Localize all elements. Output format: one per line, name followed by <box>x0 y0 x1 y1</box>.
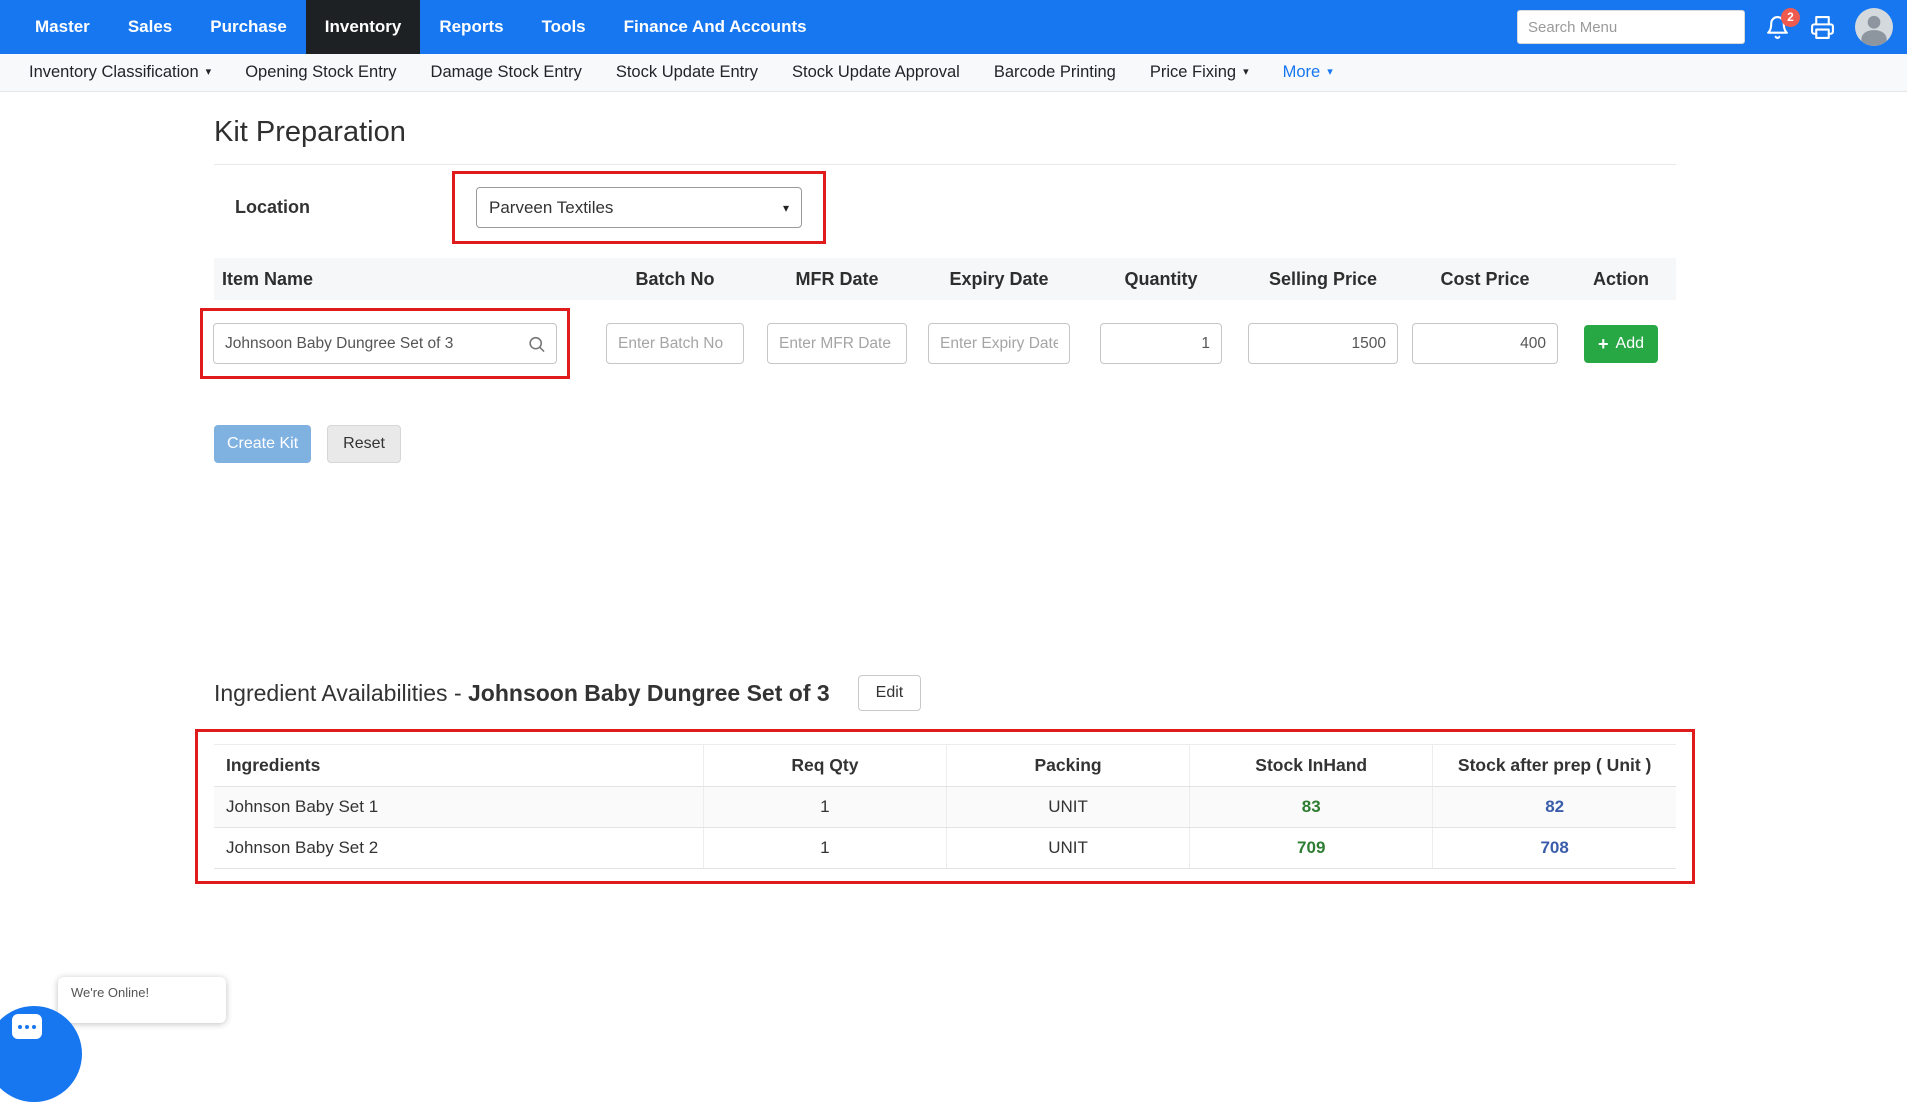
stock-inhand: 709 <box>1190 828 1433 869</box>
subnav-stock-update-entry[interactable]: Stock Update Entry <box>599 54 775 91</box>
column-header: Action <box>1566 269 1676 290</box>
mfr-date-input[interactable] <box>767 323 907 364</box>
notifications-button[interactable]: 2 <box>1765 15 1790 40</box>
topnav-right-tools: 2 <box>1517 0 1893 54</box>
title-divider <box>214 164 1676 165</box>
nav-purchase[interactable]: Purchase <box>191 0 306 54</box>
ingredient-name: Johnson Baby Set 2 <box>214 828 703 869</box>
printer-icon <box>1810 15 1835 40</box>
ingredients-table: Ingredients Req Qty Packing Stock InHand… <box>214 744 1676 869</box>
chat-status-text: We're Online! <box>71 985 149 1000</box>
column-header: Quantity <box>1080 269 1242 290</box>
location-row: Location Parveen Textiles ▾ <box>214 171 1676 244</box>
plus-icon: + <box>1598 335 1609 353</box>
table-row: Johnson Baby Set 2 1 UNIT 709 708 <box>214 828 1676 869</box>
kit-form-header-row: Item Name Batch No MFR Date Expiry Date … <box>214 258 1676 300</box>
chat-status-tooltip: We're Online! <box>58 977 226 1023</box>
column-header: Packing <box>946 745 1189 787</box>
print-button[interactable] <box>1810 15 1835 40</box>
location-label: Location <box>235 197 452 218</box>
stock-after-prep: 708 <box>1433 828 1676 869</box>
annotation-box-item-name <box>200 308 570 379</box>
kit-form-input-row: + Add <box>214 308 1676 379</box>
chevron-down-icon: ▾ <box>206 67 212 78</box>
column-header: Batch No <box>594 269 756 290</box>
column-header: MFR Date <box>756 269 918 290</box>
subnav-stock-update-approval[interactable]: Stock Update Approval <box>775 54 977 91</box>
top-navigation: Master Sales Purchase Inventory Reports … <box>0 0 1907 54</box>
add-button[interactable]: + Add <box>1584 325 1658 363</box>
column-header: Ingredients <box>214 745 703 787</box>
column-header: Item Name <box>214 269 594 290</box>
edit-button[interactable]: Edit <box>858 675 922 711</box>
nav-sales[interactable]: Sales <box>109 0 191 54</box>
chevron-down-icon: ▾ <box>1243 67 1249 78</box>
subnav-label: Inventory Classification <box>29 63 199 82</box>
stock-after-prep: 82 <box>1433 787 1676 828</box>
subnav-label: Stock Update Entry <box>616 63 758 82</box>
subnav-label: Damage Stock Entry <box>431 63 582 82</box>
nav-tools[interactable]: Tools <box>523 0 605 54</box>
nav-finance-and-accounts[interactable]: Finance And Accounts <box>605 0 826 54</box>
batch-no-input[interactable] <box>606 323 744 364</box>
column-header: Stock InHand <box>1190 745 1433 787</box>
ingredient-name: Johnson Baby Set 1 <box>214 787 703 828</box>
annotation-box-ingredients-table: Ingredients Req Qty Packing Stock InHand… <box>195 729 1695 884</box>
req-qty: 1 <box>703 828 946 869</box>
kit-preparation-page: Kit Preparation Location Parveen Textile… <box>214 116 1676 889</box>
column-header: Stock after prep ( Unit ) <box>1433 745 1676 787</box>
req-qty: 1 <box>703 787 946 828</box>
ingredients-header-row: Ingredients Req Qty Packing Stock InHand… <box>214 745 1676 787</box>
chevron-down-icon: ▾ <box>1327 67 1333 78</box>
subnav-label: More <box>1283 63 1321 82</box>
form-actions: Create Kit Reset <box>214 425 1676 463</box>
person-icon <box>1855 8 1893 46</box>
subnav-price-fixing[interactable]: Price Fixing ▾ <box>1133 54 1266 91</box>
add-button-label: Add <box>1616 335 1644 353</box>
column-header: Expiry Date <box>918 269 1080 290</box>
subnav-barcode-printing[interactable]: Barcode Printing <box>977 54 1133 91</box>
page-title: Kit Preparation <box>214 116 1676 149</box>
stock-inhand: 83 <box>1190 787 1433 828</box>
chat-icon <box>12 1014 42 1039</box>
subnav-inventory-classification[interactable]: Inventory Classification ▾ <box>12 54 228 91</box>
item-name-input[interactable] <box>213 323 557 364</box>
nav-master[interactable]: Master <box>16 0 109 54</box>
location-select[interactable]: Parveen Textiles <box>476 187 802 228</box>
inventory-sub-navigation: Inventory Classification ▾ Opening Stock… <box>0 54 1907 92</box>
ingredient-section-title: Ingredient Availabilities - Johnsoon Bab… <box>214 680 830 707</box>
subnav-opening-stock-entry[interactable]: Opening Stock Entry <box>228 54 413 91</box>
section-title-prefix: Ingredient Availabilities - <box>214 680 468 706</box>
packing: UNIT <box>946 828 1189 869</box>
notification-badge: 2 <box>1781 8 1800 27</box>
column-header: Cost Price <box>1404 269 1566 290</box>
subnav-damage-stock-entry[interactable]: Damage Stock Entry <box>414 54 599 91</box>
subnav-label: Barcode Printing <box>994 63 1116 82</box>
subnav-label: Opening Stock Entry <box>245 63 396 82</box>
cost-price-input[interactable] <box>1412 323 1558 364</box>
user-avatar[interactable] <box>1855 8 1893 46</box>
menu-search-input[interactable] <box>1517 10 1745 44</box>
selling-price-input[interactable] <box>1248 323 1398 364</box>
annotation-box-location: Parveen Textiles ▾ <box>452 171 826 244</box>
packing: UNIT <box>946 787 1189 828</box>
section-title-item-name: Johnsoon Baby Dungree Set of 3 <box>468 680 830 706</box>
nav-inventory[interactable]: Inventory <box>306 0 421 54</box>
subnav-label: Price Fixing <box>1150 63 1236 82</box>
expiry-date-input[interactable] <box>928 323 1070 364</box>
nav-reports[interactable]: Reports <box>420 0 522 54</box>
reset-button[interactable]: Reset <box>327 425 401 463</box>
quantity-input[interactable] <box>1100 323 1222 364</box>
search-icon[interactable] <box>527 334 546 353</box>
create-kit-button[interactable]: Create Kit <box>214 425 311 463</box>
subnav-more[interactable]: More ▾ <box>1266 54 1350 91</box>
subnav-label: Stock Update Approval <box>792 63 960 82</box>
column-header: Req Qty <box>703 745 946 787</box>
table-row: Johnson Baby Set 1 1 UNIT 83 82 <box>214 787 1676 828</box>
ingredient-availabilities-section: Ingredient Availabilities - Johnsoon Bab… <box>214 675 1676 889</box>
column-header: Selling Price <box>1242 269 1404 290</box>
